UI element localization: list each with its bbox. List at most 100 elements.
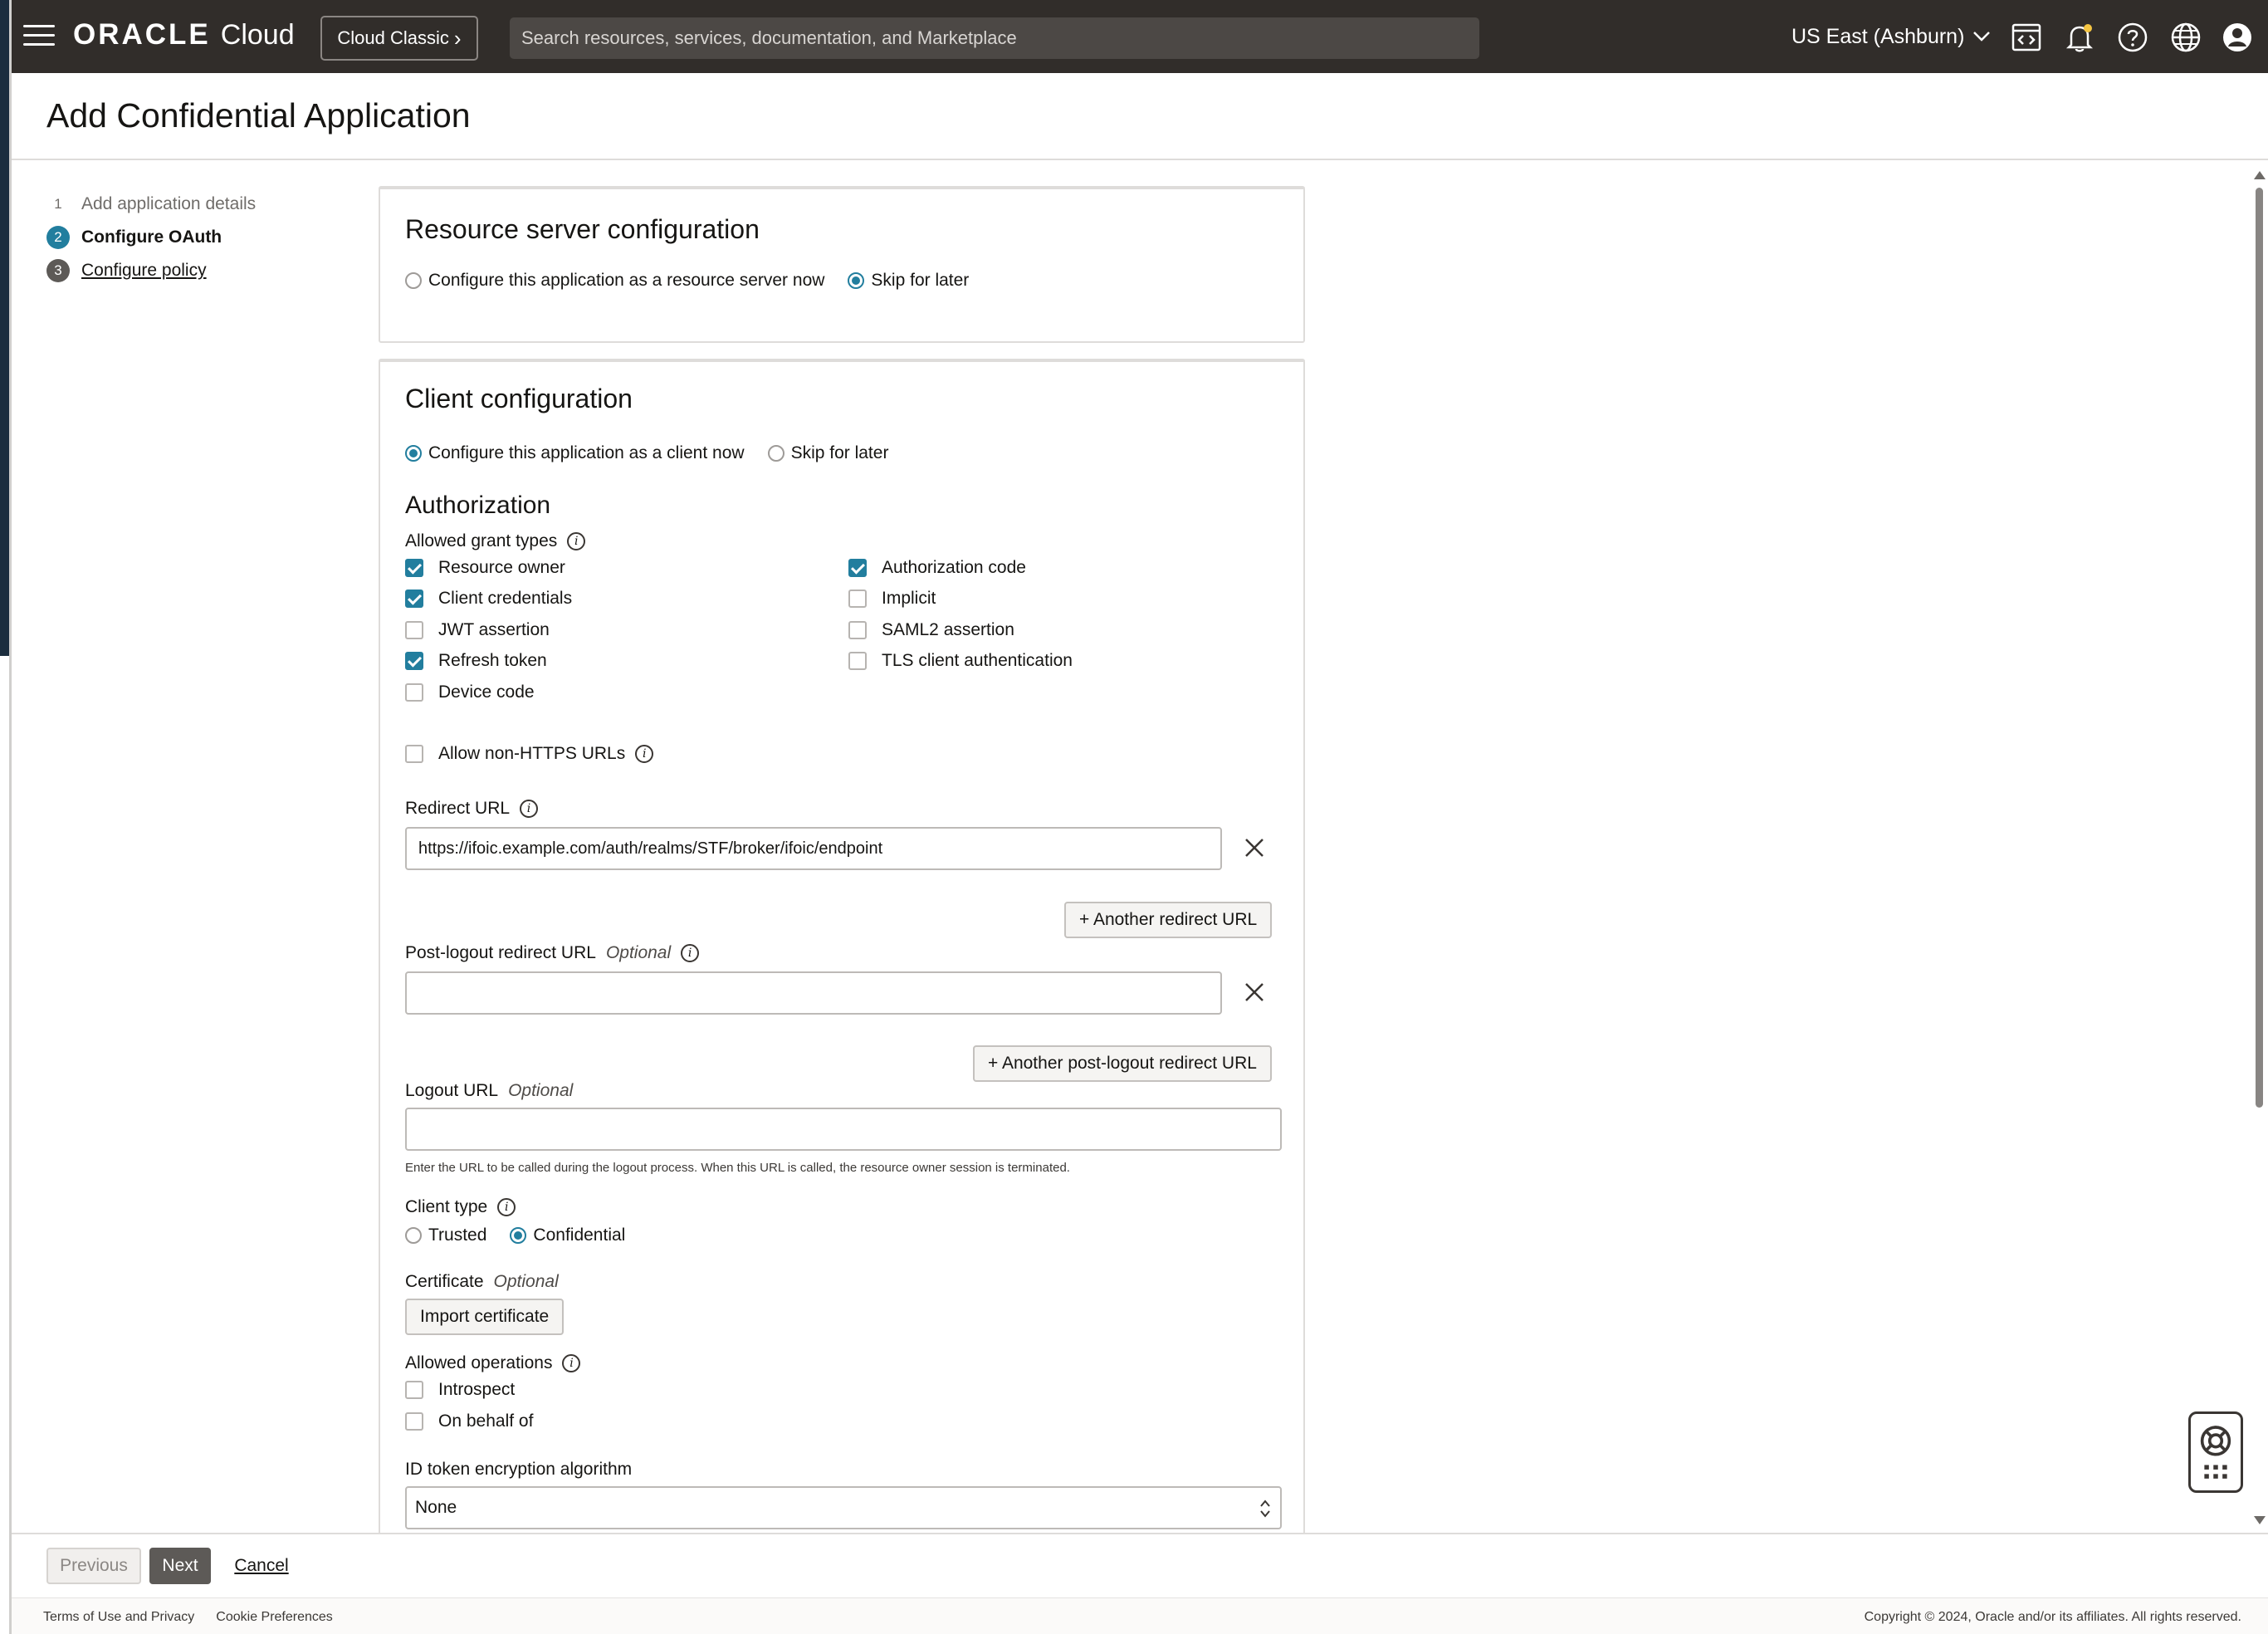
help-support-widget-icon[interactable]: [2188, 1411, 2243, 1493]
close-icon[interactable]: [1242, 980, 1267, 1005]
cancel-link[interactable]: Cancel: [232, 1548, 291, 1584]
terms-link[interactable]: Terms of Use and Privacy: [43, 1610, 194, 1625]
client-now-option[interactable]: Configure this application as a client n…: [405, 443, 745, 463]
checkbox[interactable]: [405, 590, 423, 608]
wizard-footer: Previous Next Cancel: [12, 1533, 2268, 1597]
info-icon[interactable]: i: [497, 1198, 516, 1216]
grant-implicit[interactable]: Implicit: [848, 589, 936, 609]
user-icon[interactable]: [2222, 22, 2253, 53]
info-icon[interactable]: i: [562, 1354, 581, 1372]
id-token-encryption-select[interactable]: None: [405, 1486, 1282, 1529]
grant-saml2-assertion[interactable]: SAML2 assertion: [848, 620, 1014, 640]
resource-server-now-option[interactable]: Configure this application as a resource…: [405, 271, 824, 291]
checkbox[interactable]: [405, 652, 423, 670]
checkbox-label: Authorization code: [882, 558, 1026, 577]
redirect-url-label: Redirect URL i: [405, 799, 539, 819]
scroll-up-arrow[interactable]: [2254, 171, 2266, 179]
checkbox-label: Device code: [438, 682, 535, 702]
grant-authorization-code[interactable]: Authorization code: [848, 558, 1026, 578]
another-redirect-url-button[interactable]: + Another redirect URL: [1064, 902, 1273, 938]
post-logout-redirect-url-label: Post-logout redirect URL Optional i: [405, 943, 700, 963]
previous-button[interactable]: Previous: [46, 1548, 141, 1584]
label-text: Certificate: [405, 1272, 484, 1291]
redirect-url-input[interactable]: https://ifoic.example.com/auth/realms/ST…: [405, 827, 1222, 870]
client-type-confidential[interactable]: Confidential: [510, 1226, 625, 1245]
region-label: US East (Ashburn): [1791, 24, 1965, 48]
post-logout-redirect-url-input[interactable]: [405, 971, 1222, 1015]
radio-button[interactable]: [510, 1227, 527, 1244]
grant-resource-owner[interactable]: Resource owner: [405, 558, 565, 578]
authorization-heading: Authorization: [405, 492, 551, 519]
oracle-cloud-logo[interactable]: ORACLE Cloud: [73, 18, 295, 55]
region-selector[interactable]: US East (Ashburn): [1791, 22, 1991, 51]
page-scrollbar[interactable]: [2250, 163, 2268, 1533]
radio-button[interactable]: [405, 272, 422, 289]
help-icon[interactable]: [2117, 22, 2148, 53]
cloud-classic-label: Cloud Classic: [337, 27, 449, 48]
checkbox-label: Allow non-HTTPS URLs: [438, 744, 626, 763]
menu-icon[interactable]: [23, 25, 55, 48]
allow-non-https-urls[interactable]: Allow non-HTTPS URLs i: [405, 744, 654, 764]
grant-device-code[interactable]: Device code: [405, 682, 535, 702]
info-icon[interactable]: i: [520, 800, 539, 818]
client-later-option[interactable]: Skip for later: [767, 443, 889, 463]
grant-jwt-assertion[interactable]: JWT assertion: [405, 620, 550, 640]
checkbox[interactable]: [405, 745, 423, 763]
info-icon[interactable]: i: [635, 745, 654, 763]
top-header: ORACLE Cloud Cloud Classic › Search reso…: [12, 0, 2268, 73]
code-editor-icon[interactable]: [2011, 22, 2042, 53]
scrollbar-thumb[interactable]: [2256, 188, 2263, 1108]
option-label: Configure this application as a resource…: [428, 271, 825, 290]
cookie-preferences-link[interactable]: Cookie Preferences: [216, 1610, 333, 1625]
another-post-logout-redirect-url-button[interactable]: + Another post-logout redirect URL: [973, 1045, 1272, 1082]
resource-server-later-option[interactable]: Skip for later: [848, 271, 969, 291]
import-certificate-button[interactable]: Import certificate: [405, 1299, 565, 1335]
grant-refresh-token[interactable]: Refresh token: [405, 651, 547, 671]
checkbox[interactable]: [405, 559, 423, 577]
next-button[interactable]: Next: [149, 1548, 211, 1584]
checkbox[interactable]: [848, 590, 867, 608]
checkbox[interactable]: [848, 621, 867, 639]
label-text: ID token encryption algorithm: [405, 1460, 633, 1479]
checkbox-label: Client credentials: [438, 589, 573, 608]
checkbox[interactable]: [405, 621, 423, 639]
radio-button[interactable]: [405, 445, 422, 462]
step-configure-policy[interactable]: 3 Configure policy: [46, 254, 337, 287]
radio-button[interactable]: [767, 445, 785, 462]
checkbox[interactable]: [405, 1381, 423, 1399]
logout-url-input[interactable]: [405, 1108, 1282, 1151]
globe-icon[interactable]: [2170, 22, 2202, 53]
grant-client-credentials[interactable]: Client credentials: [405, 589, 572, 609]
page-footer: Terms of Use and Privacy Cookie Preferen…: [12, 1597, 2268, 1634]
step-configure-oauth[interactable]: 2 Configure OAuth: [46, 221, 337, 254]
radio-button[interactable]: [848, 272, 865, 289]
search-input[interactable]: Search resources, services, documentatio…: [510, 17, 1479, 59]
allowed-grant-types-label: Allowed grant types i: [405, 531, 586, 551]
client-configuration-title: Client configuration: [405, 384, 633, 413]
cloud-classic-button[interactable]: Cloud Classic ›: [320, 16, 478, 61]
step-label: Configure OAuth: [81, 227, 222, 247]
option-label: Confidential: [533, 1226, 626, 1245]
option-label: Skip for later: [790, 443, 889, 462]
checkbox[interactable]: [405, 1412, 423, 1431]
client-type-trusted[interactable]: Trusted: [405, 1226, 486, 1245]
operation-introspect[interactable]: Introspect: [405, 1380, 515, 1400]
client-type-label: Client type i: [405, 1197, 516, 1217]
grant-tls-client-authentication[interactable]: TLS client authentication: [848, 651, 1073, 671]
checkbox[interactable]: [405, 683, 423, 702]
checkbox[interactable]: [848, 652, 867, 670]
checkbox[interactable]: [848, 559, 867, 577]
close-icon[interactable]: [1242, 835, 1267, 860]
radio-button[interactable]: [405, 1227, 422, 1244]
step-add-application-details[interactable]: 1 Add application details: [46, 188, 337, 221]
resource-server-options: Configure this application as a resource…: [405, 271, 992, 291]
info-icon[interactable]: i: [681, 944, 700, 962]
scroll-down-arrow[interactable]: [2254, 1516, 2266, 1524]
id-token-encryption-label: ID token encryption algorithm: [405, 1460, 632, 1480]
resource-server-card: Resource server configuration Configure …: [379, 186, 1305, 343]
client-type-options: Trusted Confidential: [405, 1226, 648, 1245]
bell-icon[interactable]: [2064, 22, 2095, 53]
operation-on-behalf-of[interactable]: On behalf of: [405, 1411, 533, 1431]
info-icon[interactable]: i: [567, 532, 586, 550]
checkbox-label: Refresh token: [438, 651, 547, 670]
